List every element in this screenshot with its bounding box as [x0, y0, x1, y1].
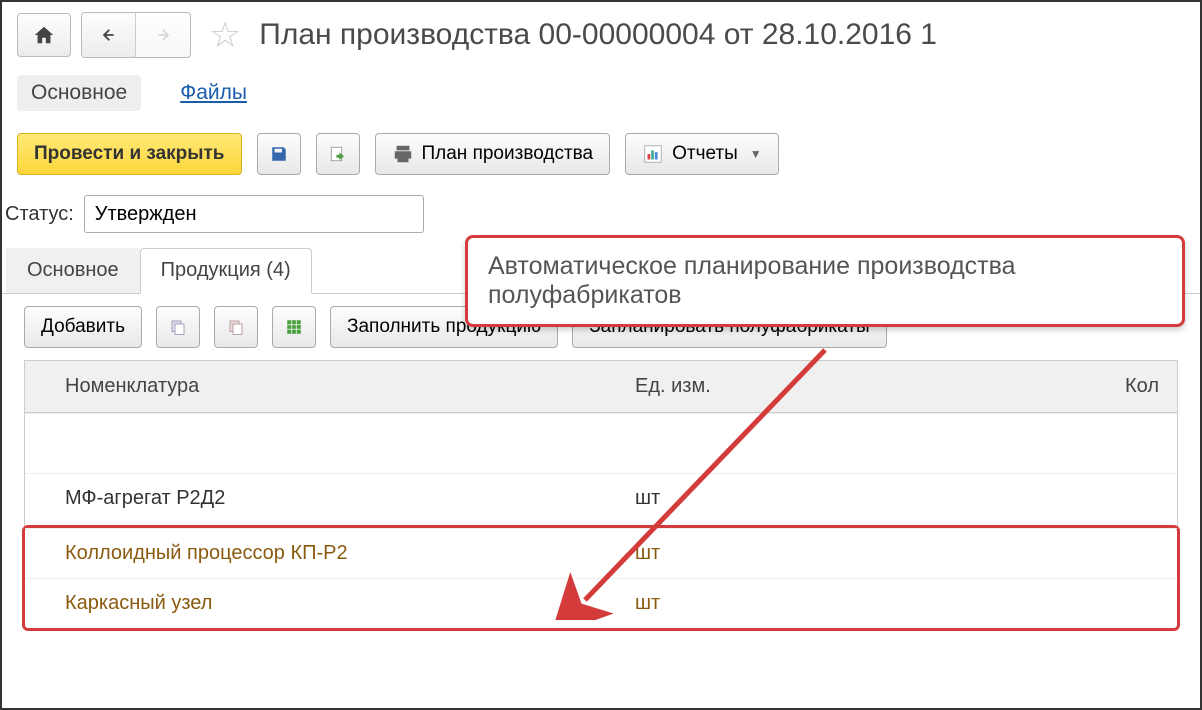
- cell-nomenclature: Каркасный узел: [25, 592, 615, 615]
- highlighted-rows: Коллоидный процессор КП-Р2 шт Каркасный …: [22, 525, 1180, 631]
- dropdown-caret-icon: ▼: [750, 147, 762, 161]
- table-icon: [285, 316, 303, 338]
- arrow-right-icon: [152, 24, 174, 46]
- annotation-callout: Автоматическое планирование производства…: [465, 235, 1185, 327]
- post-icon: [329, 143, 347, 165]
- table-row-empty: [25, 413, 1177, 473]
- tab-files[interactable]: Файлы: [166, 75, 261, 111]
- save-icon: [270, 143, 288, 165]
- print-icon: [392, 143, 414, 165]
- col-qty[interactable]: Кол: [1015, 361, 1177, 412]
- toolbar: Провести и закрыть План производства Отч…: [2, 123, 1200, 185]
- col-unit[interactable]: Ед. изм.: [615, 361, 1015, 412]
- status-label: Статус:: [5, 203, 74, 226]
- print-plan-button[interactable]: План производства: [375, 133, 611, 175]
- sub-tab-products[interactable]: Продукция (4): [140, 248, 312, 294]
- reports-button[interactable]: Отчеты ▼: [625, 133, 779, 175]
- table-settings-button[interactable]: [272, 306, 316, 348]
- cell-nomenclature: МФ-агрегат Р2Д2: [25, 487, 615, 510]
- home-button[interactable]: [17, 13, 71, 57]
- table-body: МФ-агрегат Р2Д2 шт Коллоидный процессор …: [25, 413, 1177, 631]
- add-button[interactable]: Добавить: [24, 306, 142, 348]
- col-nomenclature[interactable]: Номенклатура: [25, 361, 615, 412]
- back-button[interactable]: [82, 13, 136, 57]
- print-plan-label: План производства: [422, 143, 594, 165]
- forward-button[interactable]: [136, 13, 190, 57]
- cell-unit: шт: [615, 542, 1015, 565]
- page-title: План производства 00-00000004 от 28.10.2…: [259, 18, 1185, 52]
- status-input[interactable]: [84, 195, 424, 233]
- products-table: Номенклатура Ед. изм. Кол МФ-агрегат Р2Д…: [24, 360, 1178, 629]
- save-button[interactable]: [257, 133, 301, 175]
- cell-unit: шт: [615, 487, 1015, 510]
- table-row[interactable]: Каркасный узел шт: [25, 578, 1177, 628]
- main-tabs: Основное Файлы: [2, 63, 1200, 123]
- chart-icon: [642, 143, 664, 165]
- submit-close-button[interactable]: Провести и закрыть: [17, 133, 242, 175]
- cell-nomenclature: Коллоидный процессор КП-Р2: [25, 542, 615, 565]
- tab-main[interactable]: Основное: [17, 75, 141, 111]
- table-row[interactable]: Коллоидный процессор КП-Р2 шт: [25, 528, 1177, 578]
- sub-tab-main[interactable]: Основное: [6, 248, 140, 293]
- paste-button[interactable]: [214, 306, 258, 348]
- nav-history-group: [81, 12, 191, 58]
- top-nav: ☆ План производства 00-00000004 от 28.10…: [2, 2, 1200, 63]
- cell-unit: шт: [615, 592, 1015, 615]
- copy-icon: [169, 316, 187, 338]
- post-button[interactable]: [316, 133, 360, 175]
- paste-icon: [227, 316, 245, 338]
- arrow-left-icon: [98, 24, 120, 46]
- reports-label: Отчеты: [672, 143, 738, 165]
- table-header: Номенклатура Ед. изм. Кол: [25, 361, 1177, 413]
- table-row[interactable]: МФ-агрегат Р2Д2 шт: [25, 473, 1177, 523]
- favorite-star-icon[interactable]: ☆: [209, 14, 241, 56]
- home-icon: [33, 24, 55, 46]
- copy-button[interactable]: [156, 306, 200, 348]
